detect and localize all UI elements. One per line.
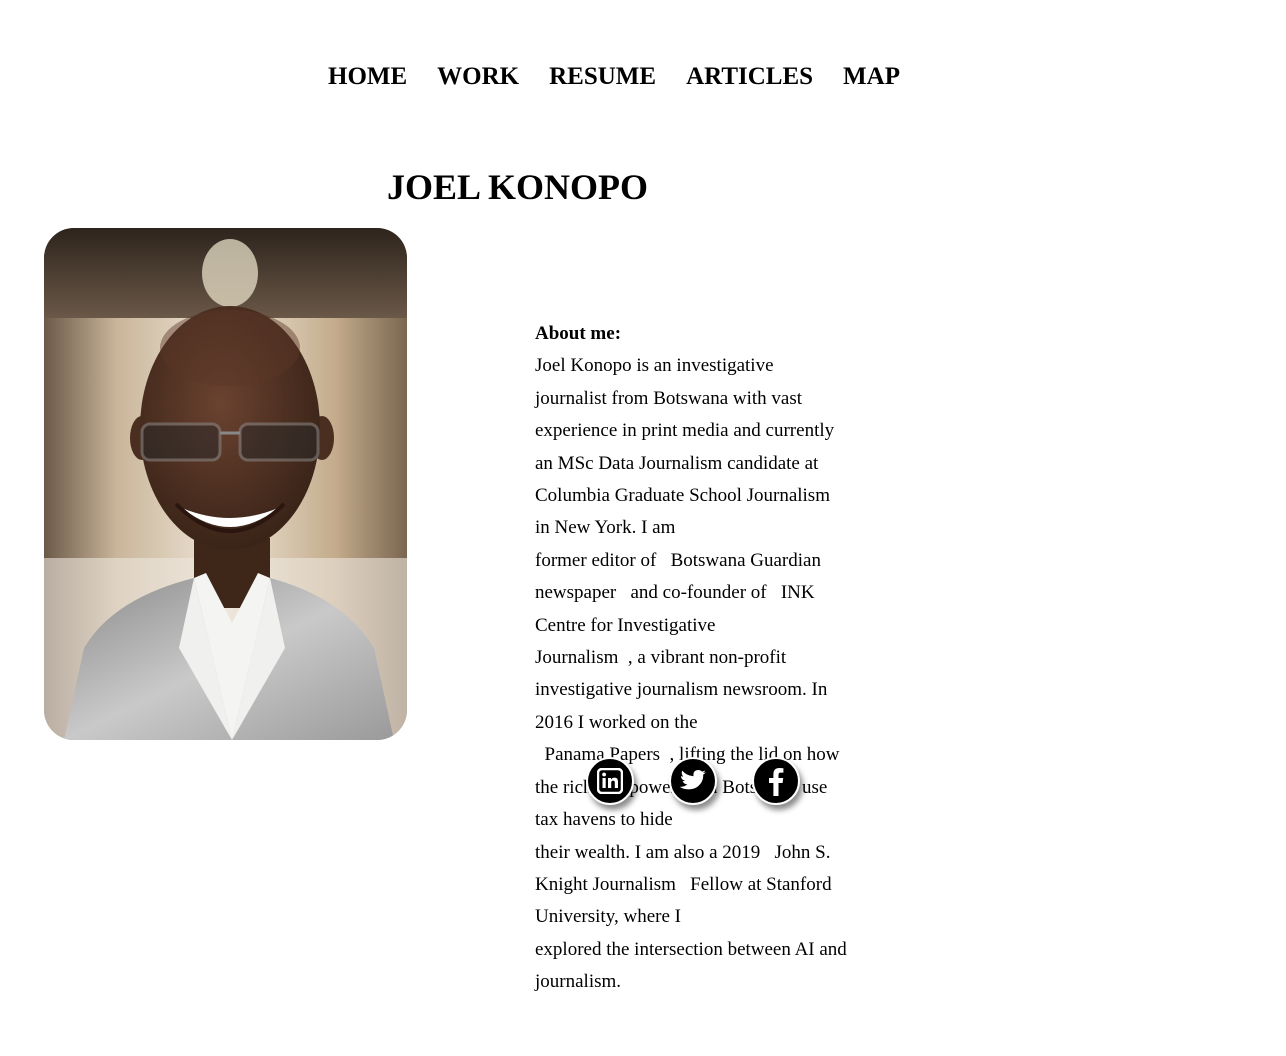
- about-line: journalist from Botswana with vast: [535, 387, 803, 409]
- nav-articles-link[interactable]: ARTICLES: [686, 60, 813, 94]
- facebook-icon: [769, 768, 784, 796]
- linkedin-icon: [597, 768, 623, 794]
- about-line: tax havens to hide: [535, 809, 673, 831]
- about-line: newspaper and co-founder of INK: [535, 582, 815, 604]
- about-line: Journalism , a vibrant non-profit: [535, 647, 787, 669]
- about-line: Centre for Investigative: [535, 614, 716, 636]
- about-heading: About me:: [535, 323, 622, 344]
- profile-photo: [44, 228, 407, 740]
- about-line: an MSc Data Journalism candidate at: [535, 452, 819, 474]
- nav-map-link[interactable]: MAP: [843, 60, 900, 94]
- linkedin-button[interactable]: [586, 757, 634, 805]
- about-line: Knight Journalism Fellow at Stanford: [535, 873, 832, 895]
- twitter-icon: [679, 770, 706, 790]
- nav-resume-link[interactable]: RESUME: [549, 60, 656, 94]
- about-line: University, where I: [535, 906, 681, 928]
- about-line: investigative journalism newsroom. In: [535, 679, 828, 701]
- about-section: About me: Joel Konopo is an investigativ…: [535, 318, 880, 999]
- about-line: experience in print media and currently: [535, 420, 835, 442]
- about-line: journalism.: [535, 971, 622, 993]
- about-line: in New York. I am: [535, 517, 676, 539]
- about-line: their wealth. I am also a 2019 John S.: [535, 841, 831, 863]
- nav-home-link[interactable]: HOME: [328, 60, 407, 94]
- about-line: former editor of Botswana Guardian: [535, 549, 821, 571]
- main-nav: HOME WORK RESUME ARTICLES MAP: [328, 60, 930, 94]
- page-title: JOEL KONOPO: [387, 167, 649, 207]
- nav-work-link[interactable]: WORK: [437, 60, 519, 94]
- about-line: Joel Konopo is an investigative: [535, 355, 774, 377]
- twitter-button[interactable]: [669, 757, 717, 805]
- about-line: Columbia Graduate School Journalism: [535, 485, 830, 507]
- facebook-button[interactable]: [752, 757, 800, 805]
- about-line: explored the intersection between AI and: [535, 938, 847, 960]
- about-line: 2016 I worked on the: [535, 711, 698, 733]
